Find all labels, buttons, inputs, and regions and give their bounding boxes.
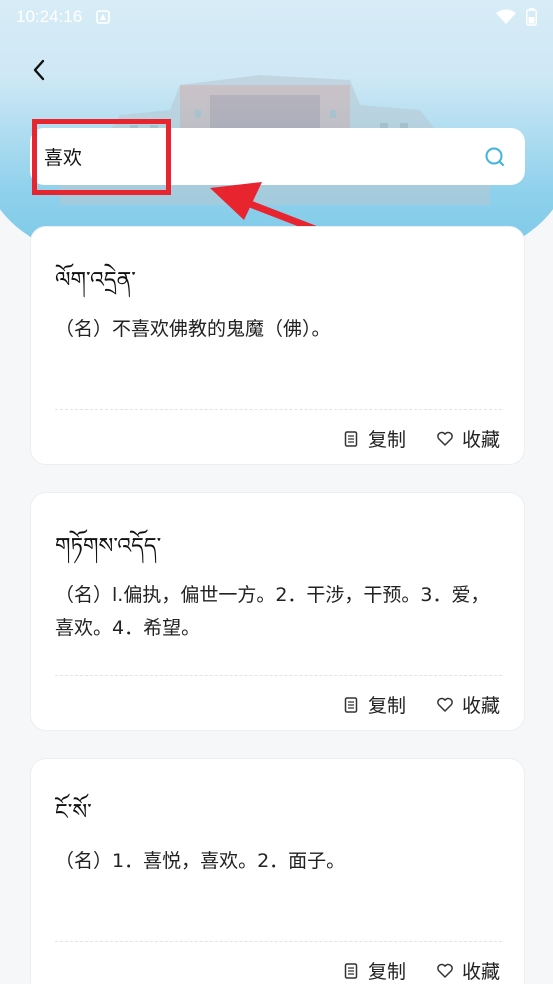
copy-label: 复制 [367, 695, 406, 717]
favorite-label: 收藏 [461, 961, 500, 983]
divider [55, 409, 502, 410]
copy-label: 复制 [367, 961, 406, 983]
result-card[interactable]: ལོག་འདྲེན་ （名）不喜欢佛教的鬼魔（佛）。 复制 收藏 [30, 226, 525, 465]
definition-text: （名）1．喜悦，喜欢。2．面子。 [55, 850, 346, 872]
chevron-left-icon [33, 59, 45, 81]
divider [55, 675, 502, 676]
battery-icon [526, 8, 537, 26]
heart-icon [437, 963, 453, 978]
favorite-label: 收藏 [461, 695, 500, 717]
tibetan-word: ལོག་འདྲེན་ [55, 268, 136, 293]
result-card[interactable]: ངོ་སོ་ （名）1．喜悦，喜欢。2．面子。 复制 收藏 [30, 758, 525, 984]
tibetan-word: ངོ་སོ་ [55, 800, 92, 825]
wifi-icon [496, 9, 516, 24]
definition-text: （名）不喜欢佛教的鬼魔（佛）。 [55, 318, 331, 340]
status-bar: 10:24:16 [0, 0, 553, 34]
copy-icon [344, 430, 358, 447]
divider [55, 941, 502, 942]
copy-label: 复制 [367, 429, 406, 451]
copy-button[interactable]: 复制 [342, 691, 406, 718]
copy-icon [344, 696, 358, 713]
copy-button[interactable]: 复制 [342, 425, 406, 452]
definition-text: （名）l.偏执，偏世一方。2．干涉，干预。3．爱，喜欢。4．希望。 [55, 584, 490, 639]
copy-icon [344, 962, 358, 979]
favorite-button[interactable]: 收藏 [436, 691, 500, 718]
notification-icon [96, 10, 110, 24]
favorite-label: 收藏 [461, 429, 500, 451]
search-input[interactable] [44, 136, 483, 177]
favorite-button[interactable]: 收藏 [436, 957, 500, 984]
status-time: 10:24:16 [16, 7, 83, 26]
result-card[interactable]: གཏོགས་འདོད་ （名）l.偏执，偏世一方。2．干涉，干预。3．爱，喜欢。… [30, 492, 525, 731]
tibetan-word: གཏོགས་འདོད་ [55, 534, 162, 559]
search-icon[interactable] [483, 145, 507, 169]
heart-icon [437, 431, 453, 446]
search-bar [30, 128, 525, 185]
copy-button[interactable]: 复制 [342, 957, 406, 984]
back-button[interactable] [26, 55, 52, 85]
favorite-button[interactable]: 收藏 [436, 425, 500, 452]
heart-icon [437, 697, 453, 712]
